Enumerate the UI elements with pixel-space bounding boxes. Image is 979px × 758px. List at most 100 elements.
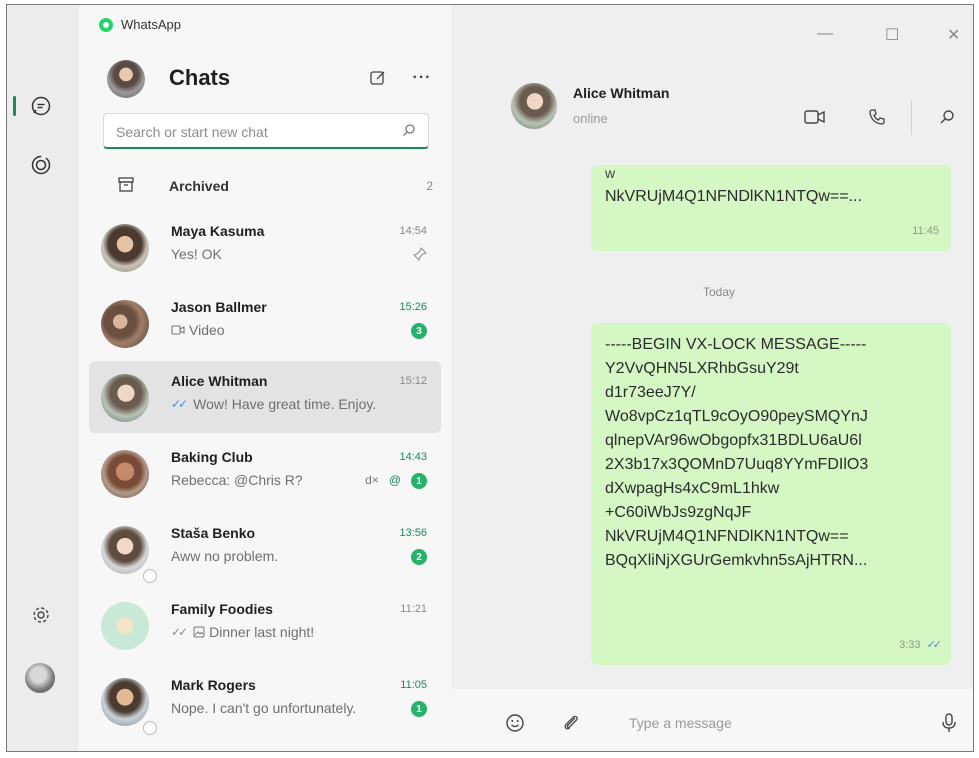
message-line: qlnepVAr96wObgopfx31BDLU6aU6l [605,432,862,449]
paperclip-icon [564,715,578,730]
photo-icon [193,626,205,638]
chat-preview: ✓✓ Wow! Have great time. Enjoy. [171,396,376,412]
settings-gear-icon[interactable] [27,601,55,629]
message-line: d1r73eeJ7Y/ [605,384,696,401]
read-ticks-icon: ✓✓ [926,639,943,651]
chat-row-mark-rogers[interactable]: Mark Rogers 11:05 Nope. I can't go unfor… [89,665,441,737]
avatar [101,300,149,348]
mention-icon: @ [388,473,401,487]
status-ring-icon [143,569,157,583]
message-meta: 3:33 ✓✓ [899,633,943,657]
chat-meta: d× @ [365,473,401,487]
close-button[interactable]: ✕ [947,25,960,45]
preview-text: Video [189,322,225,338]
unread-badge: 2 [411,549,427,565]
preview-text: Aww no problem. [171,548,279,564]
chat-preview: Rebecca: @Chris R? [171,472,303,488]
header-divider [911,101,912,135]
app-titlebar: WhatsApp [99,17,181,32]
more-options-button[interactable]: ··· [409,65,435,91]
chats-nav-icon[interactable] [27,92,55,120]
voice-call-button[interactable] [863,103,891,131]
search-input[interactable] [114,121,388,143]
chat-time: 15:26 [399,301,427,313]
unread-badge: 1 [411,473,427,489]
preview-text: Wow! Have great time. Enjoy. [193,396,377,412]
chat-time: 11:05 [400,679,427,691]
conversation-panel: — ☐ ✕ Alice Whitman online w NkVRUjM4Q1N… [451,5,973,751]
preview-text: Rebecca: @Chris R? [171,472,303,488]
avatar [101,678,149,726]
message-body: -----BEGIN VX-LOCK MESSAGE----- Y2VvQHN5… [605,333,868,573]
chat-row-baking-club[interactable]: Baking Club 14:43 Rebecca: @Chris R? d× … [89,437,441,509]
message-input[interactable] [627,711,911,735]
search-conversation-button[interactable] [933,103,961,131]
active-indicator [13,96,16,116]
emoji-button[interactable] [503,711,527,735]
avatar [101,602,149,650]
chat-row-jason-ballmer[interactable]: Jason Ballmer 15:26 Video 3 [89,287,441,359]
minimize-button[interactable]: — [817,25,833,43]
message-line: NkVRUjM4Q1NFNDlKN1NTQw== [605,528,849,545]
message-line: dXwpagHs4xC9mL1hkw [605,480,780,497]
phone-icon [869,109,885,125]
chat-preview: ✓✓ Dinner last night! [171,624,314,640]
archived-label: Archived [169,178,229,194]
message-time: 3:33 [899,639,921,651]
message-line: Y2VvQHN5LXRhbGsuY29t [605,360,799,377]
preview-text: Dinner last night! [209,624,315,640]
message-line: NkVRUjM4Q1NFNDlKN1NTQw==... [605,188,862,205]
muted-icon: d× [365,473,379,487]
contact-status: online [573,111,608,126]
avatar [101,224,149,272]
message-line: +C60iWbJs9zgNqJF [605,504,752,521]
preview-text: Nope. I can't go unfortunately. [171,700,357,716]
chat-row-stasa-benko[interactable]: Staša Benko 13:56 Aww no problem. 2 [89,513,441,585]
message-line: BQqXliNjXGUrGemkvhn5sAjHTRN... [605,552,868,569]
whatsapp-window: WhatsApp Chats ··· Archived 2 Maya Kasum… [6,4,974,752]
message-composer [451,689,973,751]
chat-time: 14:54 [399,225,427,237]
search-icon [940,110,954,124]
chat-time: 14:43 [399,451,427,463]
message-line: -----BEGIN VX-LOCK MESSAGE----- [605,336,867,353]
chat-name: Mark Rogers [171,677,256,693]
avatar [101,450,149,498]
video-icon [171,325,185,335]
search-box[interactable] [103,113,429,149]
avatar [101,526,149,574]
voice-message-button[interactable] [937,711,961,735]
chat-row-maya-kasuma[interactable]: Maya Kasuma 14:54 Yes! OK [89,211,441,283]
message-bubble: -----BEGIN VX-LOCK MESSAGE----- Y2VvQHN5… [591,323,951,665]
status-nav-icon[interactable] [27,151,55,179]
archive-icon [117,175,135,198]
chat-name: Maya Kasuma [171,223,265,239]
chat-row-family-foodies[interactable]: Family Foodies 11:21 ✓✓ Dinner last nigh… [89,589,441,661]
contact-avatar[interactable] [511,83,557,129]
pin-icon [413,247,427,261]
message-line: w [605,165,616,181]
chat-preview: Yes! OK [171,246,222,262]
chat-row-alice-whitman[interactable]: Alice Whitman 15:12 ✓✓ Wow! Have great t… [89,361,441,433]
new-chat-button[interactable] [365,65,391,91]
chat-name: Alice Whitman [171,373,268,389]
whatsapp-logo-icon [99,17,113,32]
chat-name: Jason Ballmer [171,299,267,315]
message-bubble: w NkVRUjM4Q1NFNDlKN1NTQw==... 11:45 [591,165,951,251]
message-line: 2X3b17x3QOMnD7Uuq8YYmFDIlO3 [605,456,869,473]
video-call-button[interactable] [801,103,829,131]
chat-time: 15:12 [399,375,427,387]
profile-avatar[interactable] [25,663,55,693]
message-time: 11:45 [912,225,939,237]
day-separator: Today [703,285,736,299]
chat-name: Family Foodies [171,601,273,617]
status-ring-icon [143,721,157,735]
chats-heading: Chats [169,65,231,90]
chat-time: 11:21 [400,603,427,615]
archived-row[interactable]: Archived 2 [79,169,451,203]
my-avatar[interactable] [107,60,145,98]
attach-button[interactable] [559,711,583,735]
contact-name[interactable]: Alice Whitman [573,85,669,101]
chat-list-panel: WhatsApp Chats ··· Archived 2 Maya Kasum… [79,5,451,751]
maximize-button[interactable]: ☐ [885,25,899,45]
